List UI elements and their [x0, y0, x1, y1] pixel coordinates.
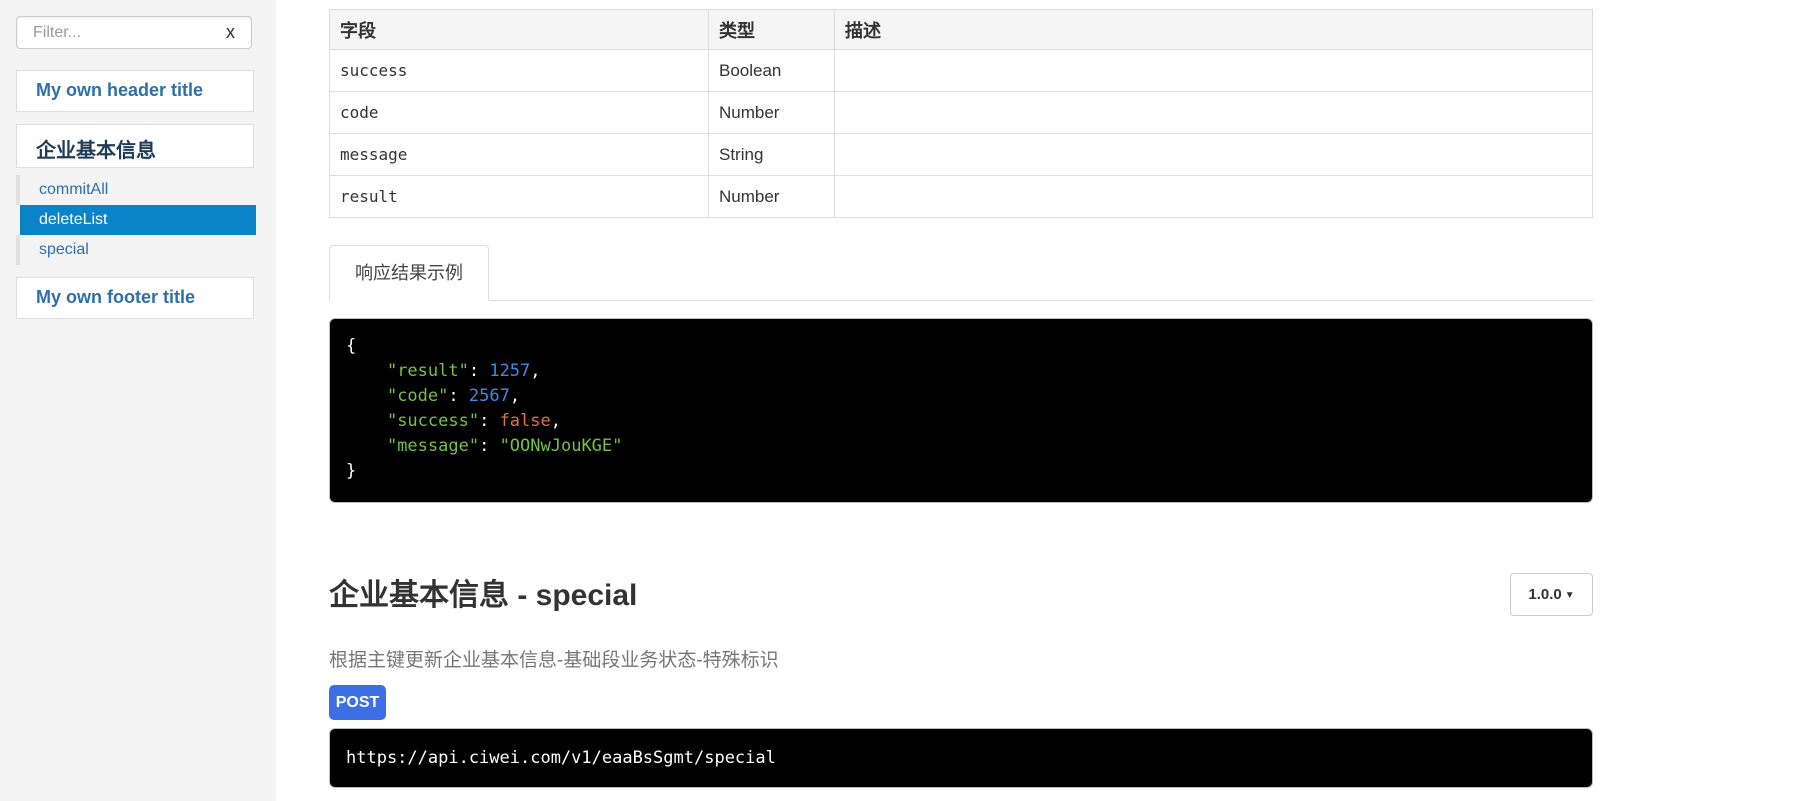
json-number: 1257 [489, 361, 531, 381]
table-row: message String [329, 133, 1593, 176]
endpoint-url-text: https://api.ciwei.com/v1/eaaBsSgmt/speci… [346, 748, 776, 768]
field-name-cell: success [329, 49, 709, 92]
section-title: 企业基本信息 - special [329, 579, 638, 612]
endpoint-url: https://api.ciwei.com/v1/eaaBsSgmt/speci… [329, 728, 1593, 788]
json-close-brace: } [346, 461, 357, 481]
filter-input[interactable] [17, 17, 217, 48]
field-type-cell: String [708, 133, 835, 176]
json-open-brace: { [346, 336, 357, 356]
field-name-cell: message [329, 133, 709, 176]
header-title-panel[interactable]: My own header title [16, 70, 254, 112]
field-name-cell: result [329, 175, 709, 218]
field-description-cell [834, 91, 1593, 134]
response-tabs: 响应结果示例 [329, 245, 1593, 301]
sidebar-item-commitall[interactable]: commitAll [16, 175, 256, 205]
json-key: "result" [386, 361, 469, 381]
field-type-cell: Boolean [708, 49, 835, 92]
field-description-cell [834, 175, 1593, 218]
field-type-cell: Number [708, 175, 835, 218]
section-description: 根据主键更新企业基本信息-基础段业务状态-特殊标识 [329, 650, 779, 671]
response-fields-table: 字段 类型 描述 success Boolean code Number mes… [329, 9, 1593, 218]
group-title[interactable]: 企业基本信息 [36, 134, 156, 163]
header-title-link[interactable]: My own header title [36, 80, 203, 101]
json-key: "success" [386, 411, 480, 431]
column-header-description: 描述 [834, 9, 1593, 50]
table-row: result Number [329, 175, 1593, 218]
clear-filter-button[interactable]: x [226, 22, 235, 43]
sidebar-item-deletelist[interactable]: deleteList [20, 205, 256, 235]
table-row: code Number [329, 91, 1593, 134]
field-type-cell: Number [708, 91, 835, 134]
footer-title-panel[interactable]: My own footer title [16, 277, 254, 319]
column-header-field: 字段 [329, 9, 709, 50]
json-string: "OONwJouKGE" [499, 436, 623, 456]
json-line-result: "result": 1257, [386, 361, 541, 381]
filter-box: x [16, 16, 252, 49]
tab-response-example[interactable]: 响应结果示例 [329, 245, 489, 301]
sidebar: x My own header title 企业基本信息 commitAll d… [0, 0, 276, 801]
json-boolean: false [499, 411, 551, 431]
json-line-code: "code": 2567, [386, 386, 521, 406]
json-line-message: "message": "OONwJouKGE" [386, 436, 623, 456]
json-key: "code" [386, 386, 449, 406]
field-name-cell: code [329, 91, 709, 134]
column-header-type: 类型 [708, 9, 835, 50]
group-title-panel[interactable]: 企业基本信息 [16, 124, 254, 168]
sidebar-nav-list: commitAll deleteList special [16, 175, 256, 265]
json-number: 2567 [468, 386, 510, 406]
table-row: success Boolean [329, 49, 1593, 92]
footer-title-link[interactable]: My own footer title [36, 287, 195, 308]
field-description-cell [834, 133, 1593, 176]
json-key: "message" [386, 436, 480, 456]
sidebar-item-special[interactable]: special [16, 235, 256, 265]
field-description-cell [834, 49, 1593, 92]
version-dropdown[interactable]: 1.0.0 ▼ [1510, 573, 1593, 616]
json-line-success: "success": false, [386, 411, 561, 431]
version-label: 1.0.0 [1528, 586, 1562, 603]
http-method-badge: POST [329, 685, 386, 720]
table-header-row: 字段 类型 描述 [329, 9, 1593, 50]
response-example-code: { "result": 1257, "code": 2567, "success… [329, 318, 1593, 503]
caret-down-icon: ▼ [1564, 589, 1575, 601]
